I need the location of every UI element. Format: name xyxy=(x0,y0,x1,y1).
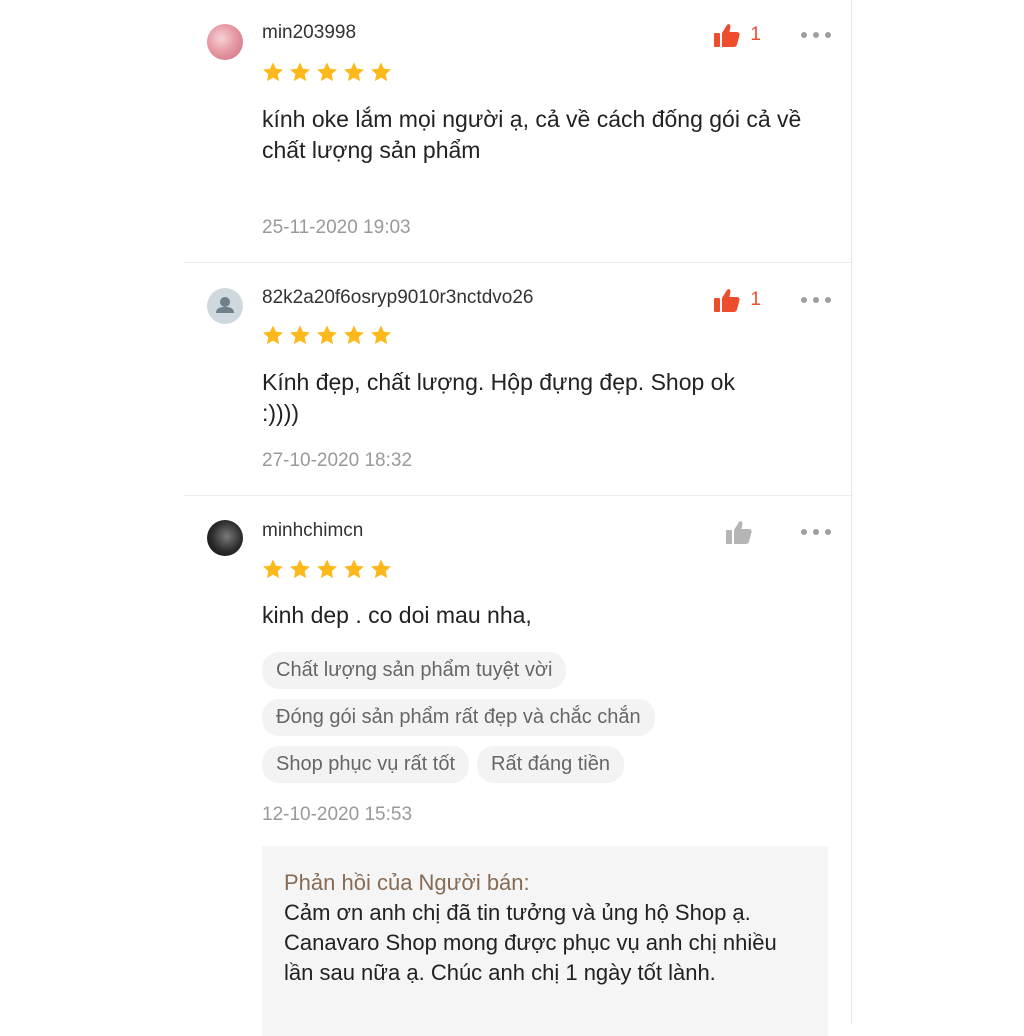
more-options-button[interactable] xyxy=(801,297,831,305)
review-tag: Shop phục vụ rất tốt xyxy=(262,746,470,783)
star-rating xyxy=(262,324,392,346)
default-user-icon xyxy=(216,297,234,313)
star-rating xyxy=(262,61,392,83)
star-icon xyxy=(371,62,391,82)
review-timestamp: 25-11-2020 19:03 xyxy=(262,217,411,238)
reviewer-username[interactable]: minhchimcn xyxy=(262,520,363,542)
star-icon xyxy=(371,325,391,345)
like-button[interactable]: 1 xyxy=(714,23,761,47)
reviewer-username[interactable]: 82k2a20f6osryp9010r3nctdvo26 xyxy=(262,287,533,309)
review-comment: kinh dep . co doi mau nha, xyxy=(262,602,532,628)
review-timestamp: 12-10-2020 15:53 xyxy=(262,804,413,825)
thumbs-up-icon xyxy=(714,289,741,312)
star-icon xyxy=(317,325,337,345)
more-options-button[interactable] xyxy=(801,32,831,40)
avatar[interactable] xyxy=(207,288,243,324)
like-button[interactable] xyxy=(726,520,762,544)
review-comment: Kính đẹp, chất lượng. Hộp đựng đẹp. Shop… xyxy=(262,369,735,426)
reviewer-username[interactable]: min203998 xyxy=(262,22,356,44)
thumbs-up-icon xyxy=(726,521,752,544)
star-icon xyxy=(371,559,391,579)
review-tags: Chất lượng sản phẩm tuyệt vời Đóng gói s… xyxy=(262,652,822,793)
content-right-divider xyxy=(851,0,852,1024)
like-count: 1 xyxy=(750,289,761,310)
seller-reply-label: Phản hồi của Người bán: xyxy=(284,870,530,895)
star-icon xyxy=(263,559,283,579)
more-options-button[interactable] xyxy=(801,529,831,537)
star-icon xyxy=(344,325,364,345)
star-rating xyxy=(262,558,392,580)
thumbs-up-icon xyxy=(714,24,741,47)
star-icon xyxy=(317,62,337,82)
review-comment: kính oke lắm mọi người ạ, cả về cách đốn… xyxy=(262,106,802,163)
star-icon xyxy=(263,62,283,82)
seller-reply: Phản hồi của Người bán: Cảm ơn anh chị đ… xyxy=(262,846,828,1036)
review-tag: Đóng gói sản phẩm rất đẹp và chắc chắn xyxy=(262,699,655,736)
star-icon xyxy=(290,559,310,579)
review-item: 82k2a20f6osryp9010r3nctdvo26 1 Kính đẹp,… xyxy=(184,263,851,496)
star-icon xyxy=(317,559,337,579)
star-icon xyxy=(263,325,283,345)
star-icon xyxy=(344,559,364,579)
review-tag: Rất đáng tiền xyxy=(477,746,624,783)
star-icon xyxy=(290,62,310,82)
avatar[interactable] xyxy=(207,520,243,556)
like-count: 1 xyxy=(750,24,761,45)
seller-reply-text: Cảm ơn anh chị đã tin tưởng và ủng hộ Sh… xyxy=(284,900,777,985)
avatar[interactable] xyxy=(207,24,243,60)
review-item: min203998 1 kính oke lắm mọi người ạ, cả… xyxy=(184,0,851,263)
review-timestamp: 27-10-2020 18:32 xyxy=(262,450,413,471)
like-button[interactable]: 1 xyxy=(714,288,761,312)
review-tag: Chất lượng sản phẩm tuyệt vời xyxy=(262,652,567,689)
star-icon xyxy=(344,62,364,82)
star-icon xyxy=(290,325,310,345)
review-item: minhchimcn kinh dep . co doi mau nha, Ch… xyxy=(184,496,851,1036)
